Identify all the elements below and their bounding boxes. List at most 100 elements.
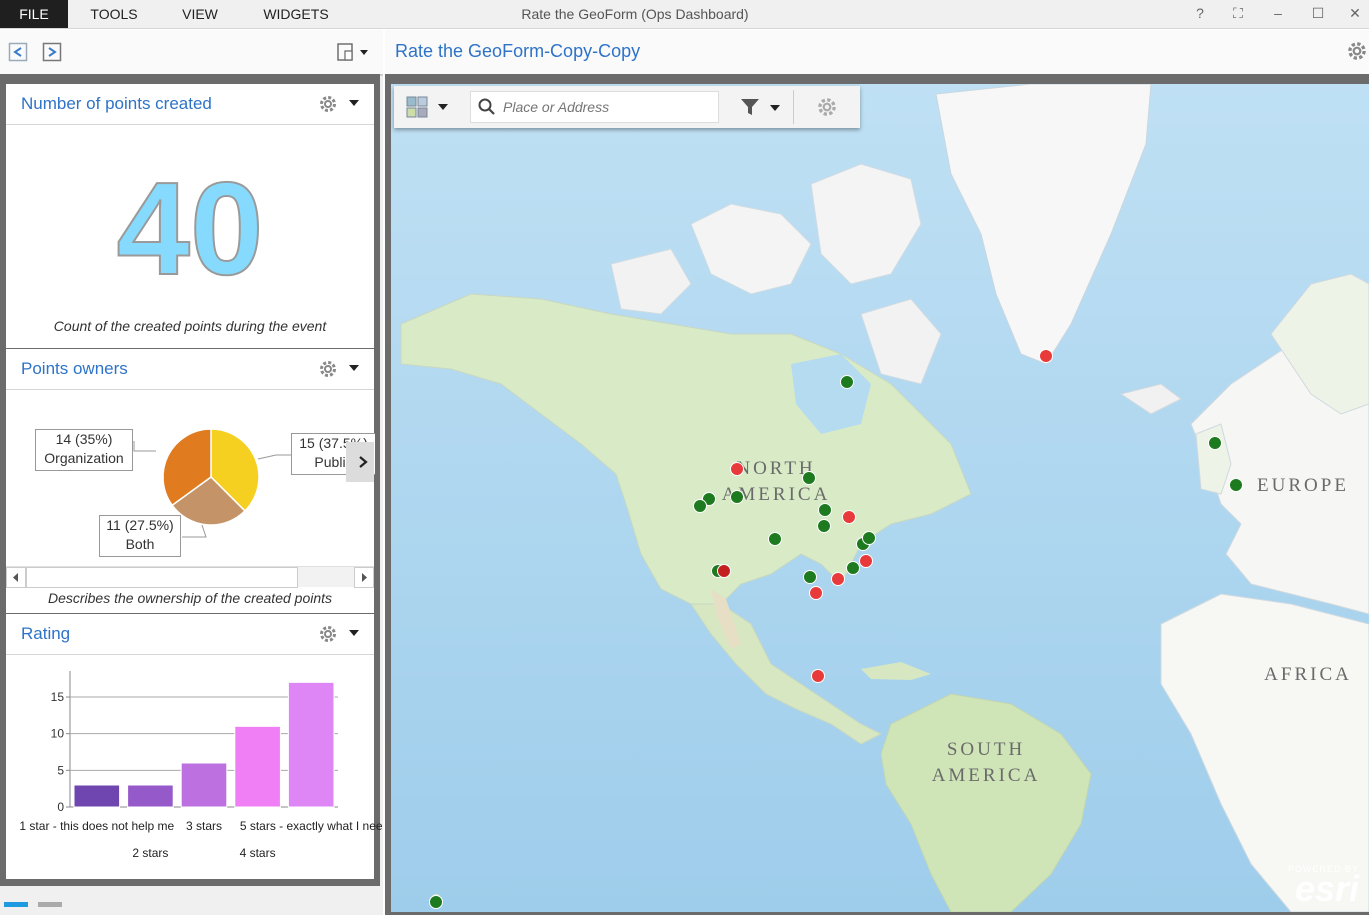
gear-icon[interactable]: [1346, 40, 1368, 67]
pie-label-name: Organization: [44, 450, 124, 466]
owners-pie-chart: [133, 428, 291, 538]
owners-widget-title: Points owners: [21, 359, 128, 378]
page-indicator-active[interactable]: [4, 902, 28, 907]
owners-widget: Points owners 14 (35%) Organization 15 (…: [6, 349, 375, 613]
map-title: Rate the GeoForm-Copy-Copy: [395, 41, 641, 61]
map-point-red[interactable]: [730, 462, 744, 476]
map-point-green[interactable]: [429, 895, 443, 909]
map-point-green[interactable]: [803, 570, 817, 584]
x-tick-label: 4 stars: [240, 846, 276, 860]
window-title: Rate the GeoForm (Ops Dashboard): [521, 6, 749, 22]
rating-bar[interactable]: [234, 725, 281, 808]
chevron-down-icon[interactable]: [349, 365, 359, 371]
gear-icon[interactable]: [318, 359, 338, 379]
map-point-red[interactable]: [859, 554, 873, 568]
rating-bar[interactable]: [180, 762, 228, 808]
count-widget-description: Count of the created points during the e…: [53, 318, 327, 334]
search-box[interactable]: [470, 91, 719, 123]
left-panel-toolbar: [0, 30, 383, 76]
esri-logo: esri: [1294, 868, 1359, 909]
pie-label-name: Both: [125, 536, 155, 552]
owners-widget-header: Points owners: [6, 349, 374, 390]
basemap-gallery-icon[interactable]: [406, 96, 450, 123]
expand-right-icon[interactable]: [42, 42, 62, 67]
point-count-value: 40: [116, 155, 265, 302]
map-point-green[interactable]: [846, 561, 860, 575]
map-point-green[interactable]: [1208, 436, 1222, 450]
scroll-thumb[interactable]: [26, 567, 298, 588]
x-tick-label: 5 stars - exactly what I nee: [240, 819, 383, 833]
layout-options-icon[interactable]: [336, 42, 370, 67]
pie-leader-line: [133, 441, 156, 452]
pie-horizontal-scrollbar[interactable]: [6, 566, 374, 588]
chevron-down-icon[interactable]: [349, 630, 359, 636]
map-point-green[interactable]: [818, 503, 832, 517]
x-tick-label: 2 stars: [132, 846, 168, 860]
rating-bar-chart: 0 5 10 15 1 star - this does not help me 2 st…: [19, 671, 383, 860]
rating-widget: Rating 0 5 10 15 1 star - this does not help…: [6, 614, 383, 879]
map-point-red[interactable]: [1039, 349, 1053, 363]
menu-view[interactable]: VIEW: [170, 0, 230, 28]
x-tick-label: 1 star - this does not help me: [19, 819, 174, 833]
rating-widget-header: Rating: [6, 614, 374, 655]
pie-label-organization: 14 (35%) Organization: [35, 429, 133, 471]
filter-icon[interactable]: [740, 96, 784, 123]
help-button[interactable]: ?: [1189, 0, 1211, 26]
map-point-red[interactable]: [717, 564, 731, 578]
rating-bar[interactable]: [73, 784, 121, 808]
close-button[interactable]: ✕: [1344, 0, 1366, 26]
map-point-red[interactable]: [809, 586, 823, 600]
gear-icon[interactable]: [318, 94, 338, 114]
search-input[interactable]: [501, 98, 705, 116]
map-point-red[interactable]: [811, 669, 825, 683]
map-point-green[interactable]: [862, 531, 876, 545]
search-icon: [478, 98, 496, 121]
minimize-button[interactable]: –: [1267, 0, 1289, 26]
pie-leader-line: [257, 454, 291, 460]
menu-file[interactable]: FILE: [0, 0, 68, 28]
fullscreen-button[interactable]: ⛶: [1227, 0, 1249, 26]
rating-widget-title: Rating: [21, 624, 71, 643]
esri-attribution: POWERED BY esri: [1288, 864, 1359, 909]
map-point-green[interactable]: [1229, 478, 1243, 492]
map-point-green[interactable]: [693, 499, 707, 513]
count-widget-title: Number of points created: [21, 94, 212, 113]
count-widget-header: Number of points created: [6, 84, 374, 125]
map-point-green[interactable]: [817, 519, 831, 533]
pie-leader-line: [182, 524, 207, 538]
rating-bar[interactable]: [127, 784, 174, 808]
map-point-green[interactable]: [840, 375, 854, 389]
map-view[interactable]: NORTH AMERICA EUROPE AFRICA SOUTH AMERIC…: [391, 84, 1369, 912]
scroll-right-icon[interactable]: [354, 567, 374, 588]
pie-label-both: 11 (27.5%) Both: [99, 515, 181, 557]
map-settings-icon[interactable]: [816, 96, 838, 123]
y-tick-label: 5: [57, 763, 64, 777]
map-header: Rate the GeoForm-Copy-Copy: [385, 30, 1369, 75]
scroll-left-icon[interactable]: [6, 567, 26, 588]
gear-icon[interactable]: [318, 624, 338, 644]
chevron-down-icon[interactable]: [349, 100, 359, 106]
menu-tools[interactable]: TOOLS: [78, 0, 150, 28]
toolbar-divider: [793, 90, 794, 124]
map-point-red[interactable]: [831, 572, 845, 586]
pie-label-value: 14 (35%): [55, 431, 113, 447]
map-point-red[interactable]: [842, 510, 856, 524]
x-tick-label: 3 stars: [186, 819, 222, 833]
y-tick-label: 10: [51, 727, 65, 741]
map-toolbar: [394, 86, 860, 128]
rating-bar[interactable]: [287, 681, 335, 808]
map-point-green[interactable]: [802, 471, 816, 485]
count-widget: Number of points created 40 Count of the…: [6, 84, 374, 348]
page-indicator[interactable]: [38, 902, 62, 907]
pie-next-button[interactable]: [346, 442, 374, 482]
map-point-green[interactable]: [768, 532, 782, 546]
owners-widget-description: Describes the ownership of the created p…: [47, 590, 333, 606]
collapse-left-icon[interactable]: [8, 42, 28, 67]
y-tick-label: 15: [51, 690, 65, 704]
maximize-button[interactable]: ☐: [1307, 0, 1329, 26]
map-point-green[interactable]: [730, 490, 744, 504]
pie-label-value: 11 (27.5%): [106, 517, 174, 533]
y-tick-label: 0: [57, 800, 64, 814]
menu-widgets[interactable]: WIDGETS: [252, 0, 340, 28]
map-points-layer[interactable]: [391, 84, 1369, 912]
